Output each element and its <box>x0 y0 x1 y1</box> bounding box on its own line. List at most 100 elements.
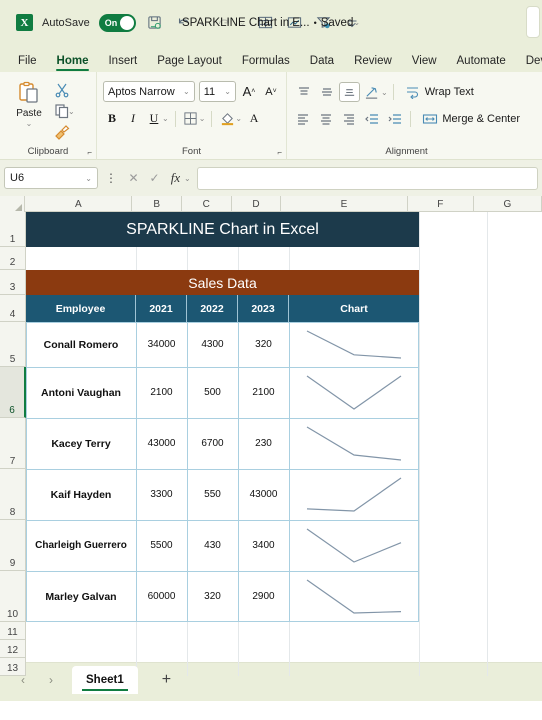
cell-2021-2[interactable]: 2100 <box>136 367 187 418</box>
cell-2023-5[interactable]: 3400 <box>238 520 289 571</box>
align-left-button[interactable] <box>293 109 314 129</box>
tab-view[interactable]: View <box>402 52 447 72</box>
column-header-b[interactable]: B <box>132 196 182 212</box>
cell-employee-2[interactable]: Antoni Vaughan <box>26 367 136 418</box>
tab-page-layout[interactable]: Page Layout <box>147 52 232 72</box>
tab-formulas[interactable]: Formulas <box>232 52 300 72</box>
cell-2022-6[interactable]: 320 <box>187 571 238 622</box>
format-painter-button[interactable] <box>54 124 75 140</box>
cell-2021-6[interactable]: 60000 <box>136 571 187 622</box>
cell-2021-3[interactable]: 43000 <box>136 418 187 469</box>
column-header-c[interactable]: C <box>182 196 232 212</box>
row-header-7[interactable]: 7 <box>0 418 26 469</box>
column-header-g[interactable]: G <box>474 196 542 212</box>
cut-button[interactable] <box>54 82 75 98</box>
align-center-button[interactable] <box>316 109 337 129</box>
font-size-dropdown-icon[interactable]: ⌄ <box>224 87 231 96</box>
sparkline-cell-4[interactable] <box>289 469 419 520</box>
top-align-button[interactable] <box>293 82 314 102</box>
fill-color-dropdown-icon[interactable]: ⌄ <box>235 114 242 123</box>
row-header-9[interactable]: 9 <box>0 520 26 571</box>
tab-automate[interactable]: Automate <box>447 52 516 72</box>
column-header-f[interactable]: F <box>408 196 474 212</box>
decrease-indent-button[interactable] <box>362 109 383 129</box>
clipboard-dialog-launcher-icon[interactable]: ⌐ <box>87 148 92 157</box>
row-header-8[interactable]: 8 <box>0 469 26 520</box>
row-header-11[interactable]: 11 <box>0 622 26 640</box>
tab-file[interactable]: File <box>8 52 47 72</box>
row-header-1[interactable]: 1 <box>0 212 26 247</box>
tab-review[interactable]: Review <box>344 52 402 72</box>
row-header-4[interactable]: 4 <box>0 295 26 322</box>
middle-align-button[interactable] <box>316 82 337 102</box>
tab-insert[interactable]: Insert <box>98 52 147 72</box>
tab-developer[interactable]: Dev <box>516 52 542 72</box>
column-header-d[interactable]: D <box>232 196 282 212</box>
cell-2022-4[interactable]: 550 <box>187 469 238 520</box>
borders-button[interactable] <box>182 109 200 128</box>
column-header-a[interactable]: A <box>25 196 133 212</box>
borders-dropdown-icon[interactable]: ⌄ <box>199 114 206 123</box>
cancel-icon[interactable]: ✕ <box>125 171 142 185</box>
sparkline-cell-5[interactable] <box>289 520 419 571</box>
font-name-input[interactable]: Aptos Narrow ⌄ <box>103 81 195 102</box>
cell-2021-1[interactable]: 34000 <box>136 322 187 367</box>
cell-2021-4[interactable]: 3300 <box>136 469 187 520</box>
cell-2023-2[interactable]: 2100 <box>238 367 289 418</box>
row-header-3[interactable]: 3 <box>0 270 26 295</box>
header-2023[interactable]: 2023 <box>238 295 289 322</box>
align-right-button[interactable] <box>339 109 360 129</box>
cell-employee-3[interactable]: Kacey Terry <box>26 418 136 469</box>
sparkline-cell-6[interactable] <box>289 571 419 622</box>
cell-section-header[interactable]: Sales Data <box>26 270 419 295</box>
font-dialog-launcher-icon[interactable]: ⌐ <box>277 148 282 157</box>
row-header-10[interactable]: 10 <box>0 571 26 622</box>
increase-indent-button[interactable] <box>385 109 406 129</box>
header-2021[interactable]: 2021 <box>136 295 187 322</box>
bold-button[interactable]: B <box>103 109 121 128</box>
save-icon[interactable] <box>145 13 165 33</box>
formula-bar-more-icon[interactable]: ⋮ <box>102 171 121 185</box>
cell-employee-1[interactable]: Conall Romero <box>26 322 136 367</box>
cell-2022-2[interactable]: 500 <box>187 367 238 418</box>
bottom-align-button[interactable] <box>339 82 360 102</box>
sparkline-cell-1[interactable] <box>289 322 419 367</box>
name-box-dropdown-icon[interactable]: ⌄ <box>85 174 92 183</box>
copy-button[interactable]: ⌄ <box>54 103 75 119</box>
font-size-input[interactable]: 11 ⌄ <box>198 81 236 102</box>
cell-2022-5[interactable]: 430 <box>187 520 238 571</box>
cell-employee-4[interactable]: Kaif Hayden <box>26 469 136 520</box>
tab-home[interactable]: Home <box>47 52 99 72</box>
copy-dropdown-icon[interactable]: ⌄ <box>68 107 75 116</box>
header-employee[interactable]: Employee <box>26 295 136 322</box>
wrap-text-button[interactable]: Wrap Text <box>405 85 474 99</box>
enter-icon[interactable]: ✓ <box>146 171 163 185</box>
orientation-dropdown-icon[interactable]: ⌄ <box>381 88 388 97</box>
italic-button[interactable]: I <box>124 109 142 128</box>
cell-2023-4[interactable]: 43000 <box>238 469 289 520</box>
name-box[interactable]: U6 ⌄ <box>4 167 98 189</box>
formula-bar-expand-icon[interactable]: ⌄ <box>184 174 191 183</box>
cell-title[interactable]: SPARKLINE Chart in Excel <box>26 212 419 247</box>
orientation-button[interactable] <box>362 82 383 102</box>
cell-2023-1[interactable]: 320 <box>238 322 289 367</box>
cell-2021-5[interactable]: 5500 <box>136 520 187 571</box>
grow-font-button[interactable]: A ˄ <box>240 82 258 101</box>
insert-function-icon[interactable]: fx <box>167 170 184 186</box>
merge-and-center-button[interactable]: Merge & Center <box>422 112 520 126</box>
document-title-area[interactable]: SPARKLINE Chart in E... • Saved ⌄ <box>182 17 360 29</box>
select-all-corner[interactable] <box>0 196 26 212</box>
search-box-edge[interactable] <box>526 6 540 38</box>
cell-employee-6[interactable]: Marley Galvan <box>26 571 136 622</box>
font-name-dropdown-icon[interactable]: ⌄ <box>183 87 190 96</box>
header-2022[interactable]: 2022 <box>187 295 238 322</box>
paste-dropdown-icon[interactable]: ⌄ <box>26 119 33 128</box>
header-chart[interactable]: Chart <box>289 295 419 322</box>
cell-2022-1[interactable]: 4300 <box>187 322 238 367</box>
sheet-tab-sheet1[interactable]: Sheet1 <box>72 665 138 694</box>
row-header-12[interactable]: 12 <box>0 640 26 658</box>
underline-dropdown-icon[interactable]: ⌄ <box>162 114 169 123</box>
cell-2022-3[interactable]: 6700 <box>187 418 238 469</box>
cell-2023-3[interactable]: 230 <box>238 418 289 469</box>
row-header-13[interactable]: 13 <box>0 658 26 676</box>
